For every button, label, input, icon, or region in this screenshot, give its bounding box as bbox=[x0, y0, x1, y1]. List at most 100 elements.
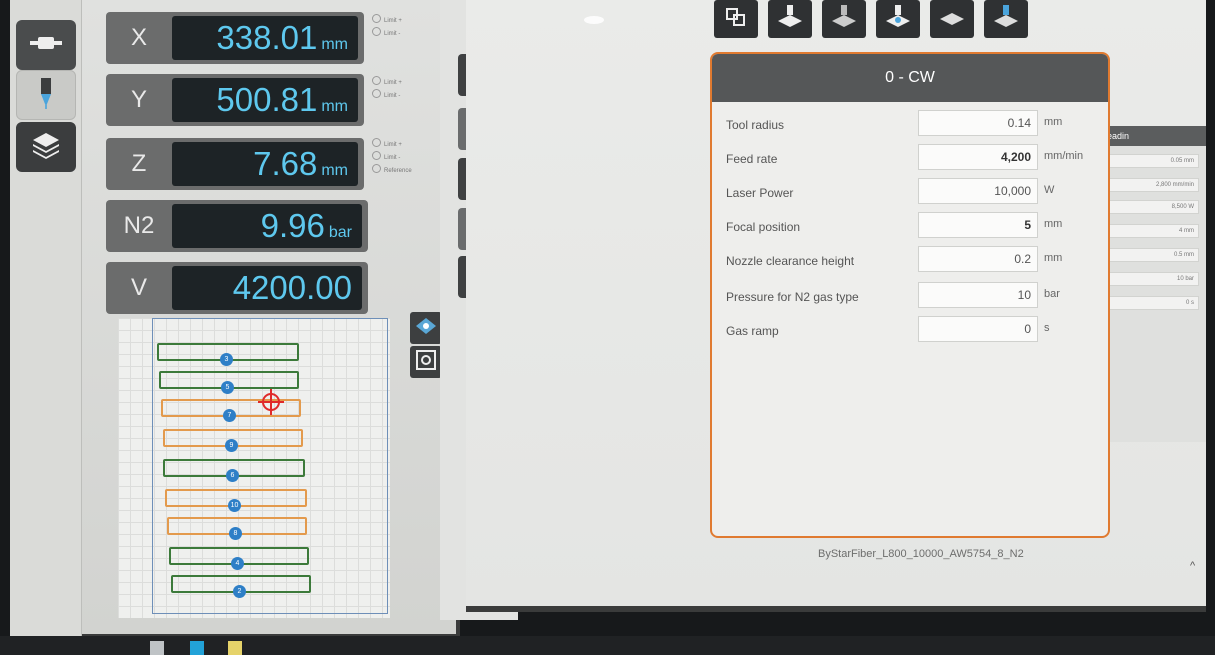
limit-indicators: Limit + Limit - bbox=[372, 76, 402, 102]
nested-part[interactable]: 5 bbox=[159, 371, 299, 394]
axis-unit: bar bbox=[328, 224, 352, 241]
machine-tab[interactable] bbox=[16, 20, 76, 70]
param-unit: bar bbox=[1044, 288, 1060, 300]
axis-value: 338.01 bbox=[216, 19, 318, 56]
laser-power-field[interactable]: 10,000 bbox=[918, 178, 1038, 204]
zoom-fit-button[interactable] bbox=[410, 346, 442, 378]
pierce-tool-button[interactable] bbox=[768, 0, 812, 38]
param-row-laser-power: Laser Power 10,000 W bbox=[726, 178, 1096, 206]
sheet-preview[interactable]: 3 5 7 9 6 10 8 4 2 bbox=[118, 318, 390, 618]
app-icon[interactable] bbox=[190, 641, 204, 655]
part-center-icon bbox=[414, 316, 438, 341]
part-number-badge: 7 bbox=[223, 409, 236, 422]
copy-icon bbox=[724, 6, 748, 33]
axis-value-display: 500.81 mm bbox=[172, 78, 358, 122]
focus-part-button[interactable] bbox=[410, 312, 442, 344]
plate-icon bbox=[938, 5, 966, 34]
main-panel: eadin 0.05 mm 2,800 mm/min 8,500 W 4 mm … bbox=[466, 0, 1206, 612]
parameter-value: 4 mm bbox=[1109, 224, 1199, 238]
nested-part[interactable]: 10 bbox=[165, 489, 307, 512]
layers-tab[interactable] bbox=[16, 122, 76, 172]
part-number-badge: 5 bbox=[221, 381, 234, 394]
feed-rate-field[interactable]: 4,200 bbox=[918, 144, 1038, 170]
cut-parameter-dialog: 0 - CW Tool radius 0.14 mm Feed rate 4,2… bbox=[710, 52, 1110, 538]
target-icon bbox=[884, 4, 912, 34]
part-number-badge: 10 bbox=[228, 499, 241, 512]
axis-row-y: Y 500.81 mm bbox=[106, 74, 364, 126]
taskbar bbox=[0, 636, 1215, 655]
engrave-tool-button[interactable] bbox=[984, 0, 1028, 38]
chevron-up-icon[interactable]: ^ bbox=[1190, 560, 1195, 572]
background-parameter-window: eadin 0.05 mm 2,800 mm/min 8,500 W 4 mm … bbox=[1102, 126, 1206, 442]
limit-indicators: Limit + Limit - bbox=[372, 14, 402, 40]
part-number-badge: 8 bbox=[229, 527, 242, 540]
tool-radius-field[interactable]: 0.14 bbox=[918, 110, 1038, 136]
part-number-badge: 3 bbox=[220, 353, 233, 366]
param-unit: mm bbox=[1044, 218, 1063, 230]
axis-row-x: X 338.01 mm bbox=[106, 12, 364, 64]
nested-part[interactable]: 6 bbox=[163, 459, 305, 482]
param-label: Tool radius bbox=[726, 118, 785, 132]
screen-glare bbox=[584, 16, 604, 24]
copy-tool-button[interactable] bbox=[714, 0, 758, 38]
param-unit: mm bbox=[1044, 252, 1063, 264]
nested-part[interactable]: 3 bbox=[157, 343, 299, 366]
parameter-value: 8,500 W bbox=[1109, 200, 1199, 214]
nested-part[interactable]: 2 bbox=[171, 575, 311, 598]
axis-value: 9.96 bbox=[260, 207, 325, 244]
param-unit: s bbox=[1044, 322, 1050, 334]
param-row-focal-position: Focal position 5 mm bbox=[726, 212, 1096, 240]
axis-row-v: V 4200.00 bbox=[106, 262, 368, 314]
part-number-badge: 6 bbox=[226, 469, 239, 482]
param-row-tool-radius: Tool radius 0.14 mm bbox=[726, 110, 1096, 138]
nested-part[interactable]: 9 bbox=[163, 429, 303, 452]
limit-minus-indicator: Limit - bbox=[372, 151, 412, 164]
limit-plus-indicator: Limit + bbox=[372, 138, 412, 151]
folder-icon[interactable] bbox=[228, 641, 242, 655]
top-toolbar bbox=[714, 0, 1028, 40]
plate-tool-button[interactable] bbox=[930, 0, 974, 38]
gas-pressure-field[interactable]: 10 bbox=[918, 282, 1038, 308]
param-unit: W bbox=[1044, 184, 1055, 196]
limit-plus-indicator: Limit + bbox=[372, 14, 402, 27]
axis-unit: mm bbox=[321, 98, 348, 115]
axis-label: V bbox=[130, 274, 147, 301]
nested-part[interactable]: 4 bbox=[169, 547, 309, 570]
nested-part[interactable]: 8 bbox=[167, 517, 307, 540]
part-number-badge: 9 bbox=[225, 439, 238, 452]
axis-value: 4200.00 bbox=[232, 269, 352, 306]
laser-tab[interactable] bbox=[16, 70, 76, 120]
cut-data-filename: ByStarFiber_L800_10000_AW5754_8_N2 bbox=[818, 548, 1024, 560]
axis-value-display: 7.68 mm bbox=[172, 142, 358, 186]
layers-icon bbox=[31, 131, 61, 164]
param-label: Gas ramp bbox=[726, 324, 779, 338]
reference-indicator: Reference bbox=[372, 164, 412, 177]
axis-value: 7.68 bbox=[253, 145, 318, 182]
axis-label: Z bbox=[131, 150, 147, 177]
approach-icon bbox=[830, 4, 858, 34]
param-unit: mm bbox=[1044, 116, 1063, 128]
axis-value-display: 338.01 mm bbox=[172, 16, 358, 60]
engrave-icon bbox=[992, 4, 1020, 34]
param-label: Feed rate bbox=[726, 152, 778, 166]
parameter-value: 0.05 mm bbox=[1109, 154, 1199, 168]
axis-label: X bbox=[130, 24, 147, 51]
nozzle-clearance-field[interactable]: 0.2 bbox=[918, 246, 1038, 272]
axis-unit: mm bbox=[321, 162, 348, 179]
gas-ramp-field[interactable]: 0 bbox=[918, 316, 1038, 342]
window-title: eadin bbox=[1103, 126, 1206, 146]
axis-row-n2: N2 9.96 bar bbox=[106, 200, 368, 252]
target-tool-button[interactable] bbox=[876, 0, 920, 38]
axis-value-display: 9.96 bar bbox=[172, 204, 362, 248]
param-label: Nozzle clearance height bbox=[726, 254, 855, 268]
axis-value: 500.81 bbox=[216, 81, 318, 118]
sheet-boundary: 3 5 7 9 6 10 8 4 2 bbox=[152, 318, 388, 614]
laser-nozzle-icon bbox=[36, 76, 56, 115]
start-icon[interactable] bbox=[150, 641, 164, 655]
part-number-badge: 4 bbox=[231, 557, 244, 570]
focal-position-field[interactable]: 5 bbox=[918, 212, 1038, 238]
param-row-feed-rate: Feed rate 4,200 mm/min bbox=[726, 144, 1096, 172]
approach-tool-button[interactable] bbox=[822, 0, 866, 38]
machine-head-icon bbox=[29, 35, 63, 56]
laser-head-crosshair bbox=[258, 389, 284, 415]
